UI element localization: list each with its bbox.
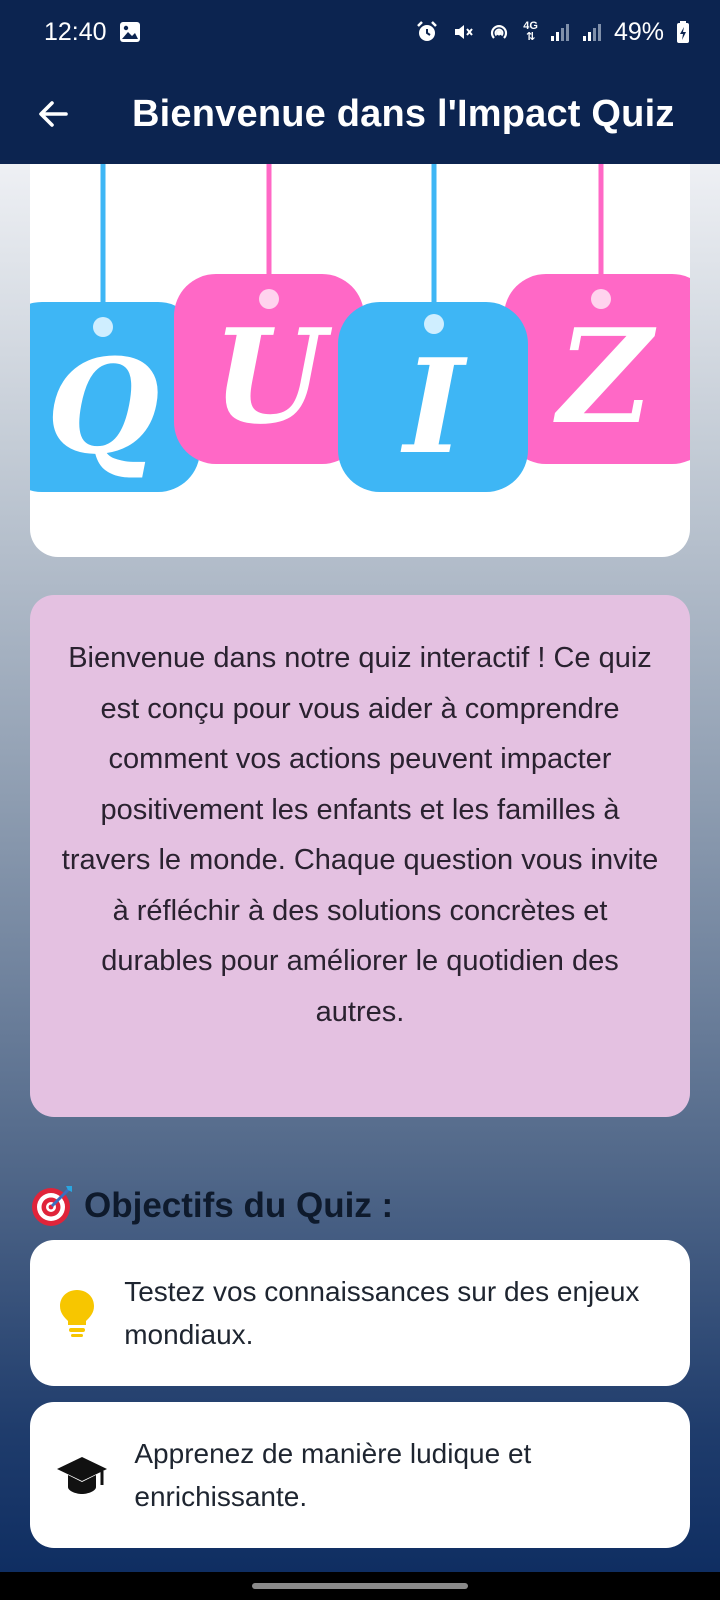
objective-text: Testez vos connaissances sur des enjeux … bbox=[124, 1276, 640, 1350]
alarm-icon bbox=[415, 20, 439, 44]
objective-text: Apprenez de manière ludique et enrichiss… bbox=[134, 1438, 532, 1512]
objective-card-knowledge: Testez vos connaissances sur des enjeux … bbox=[30, 1240, 690, 1386]
status-bar: 12:40 4G ⇅ 49% bbox=[0, 0, 720, 64]
app-bar: Bienvenue dans l'Impact Quiz bbox=[0, 64, 720, 164]
graduation-cap-icon bbox=[30, 1453, 134, 1497]
quiz-letters-illustration: Q U I Z bbox=[30, 164, 690, 492]
home-gesture-handle[interactable] bbox=[252, 1583, 468, 1589]
arrow-back-icon bbox=[39, 101, 68, 127]
target-icon bbox=[30, 1184, 74, 1228]
status-left: 12:40 bbox=[44, 18, 141, 47]
status-right: 4G ⇅ 49% bbox=[415, 18, 690, 47]
objectives-title: Objectifs du Quiz : bbox=[84, 1186, 394, 1225]
lightbulb-icon bbox=[30, 1288, 124, 1338]
system-nav-bar bbox=[0, 1572, 720, 1600]
gallery-notification-icon bbox=[119, 21, 141, 43]
network-4g-icon: 4G ⇅ bbox=[523, 20, 538, 43]
hotspot-icon bbox=[487, 20, 511, 44]
letter-i: I bbox=[400, 330, 469, 483]
vibrate-mute-icon bbox=[451, 20, 475, 44]
battery-charging-icon bbox=[676, 20, 690, 44]
battery-percent: 49% bbox=[613, 17, 664, 46]
status-time: 12:40 bbox=[44, 17, 107, 46]
letter-u: U bbox=[212, 300, 332, 453]
content-scroll[interactable]: Q U I Z Bienvenue dans notre quiz intera… bbox=[0, 164, 720, 1572]
letter-q: Q bbox=[46, 330, 159, 483]
page-title: Bienvenue dans l'Impact Quiz bbox=[132, 92, 675, 135]
intro-text: Bienvenue dans notre quiz interactif ! C… bbox=[61, 642, 659, 1028]
signal-icon-1 bbox=[550, 22, 570, 42]
objective-card-learning: Apprenez de manière ludique et enrichiss… bbox=[30, 1402, 690, 1548]
objectives-heading: Objectifs du Quiz : bbox=[30, 1184, 393, 1228]
intro-card: Bienvenue dans notre quiz interactif ! C… bbox=[30, 595, 690, 1117]
quiz-hero-image: Q U I Z bbox=[30, 164, 690, 557]
letter-z: Z bbox=[553, 300, 657, 453]
back-button[interactable] bbox=[26, 87, 80, 141]
signal-icon-2 bbox=[582, 22, 602, 42]
